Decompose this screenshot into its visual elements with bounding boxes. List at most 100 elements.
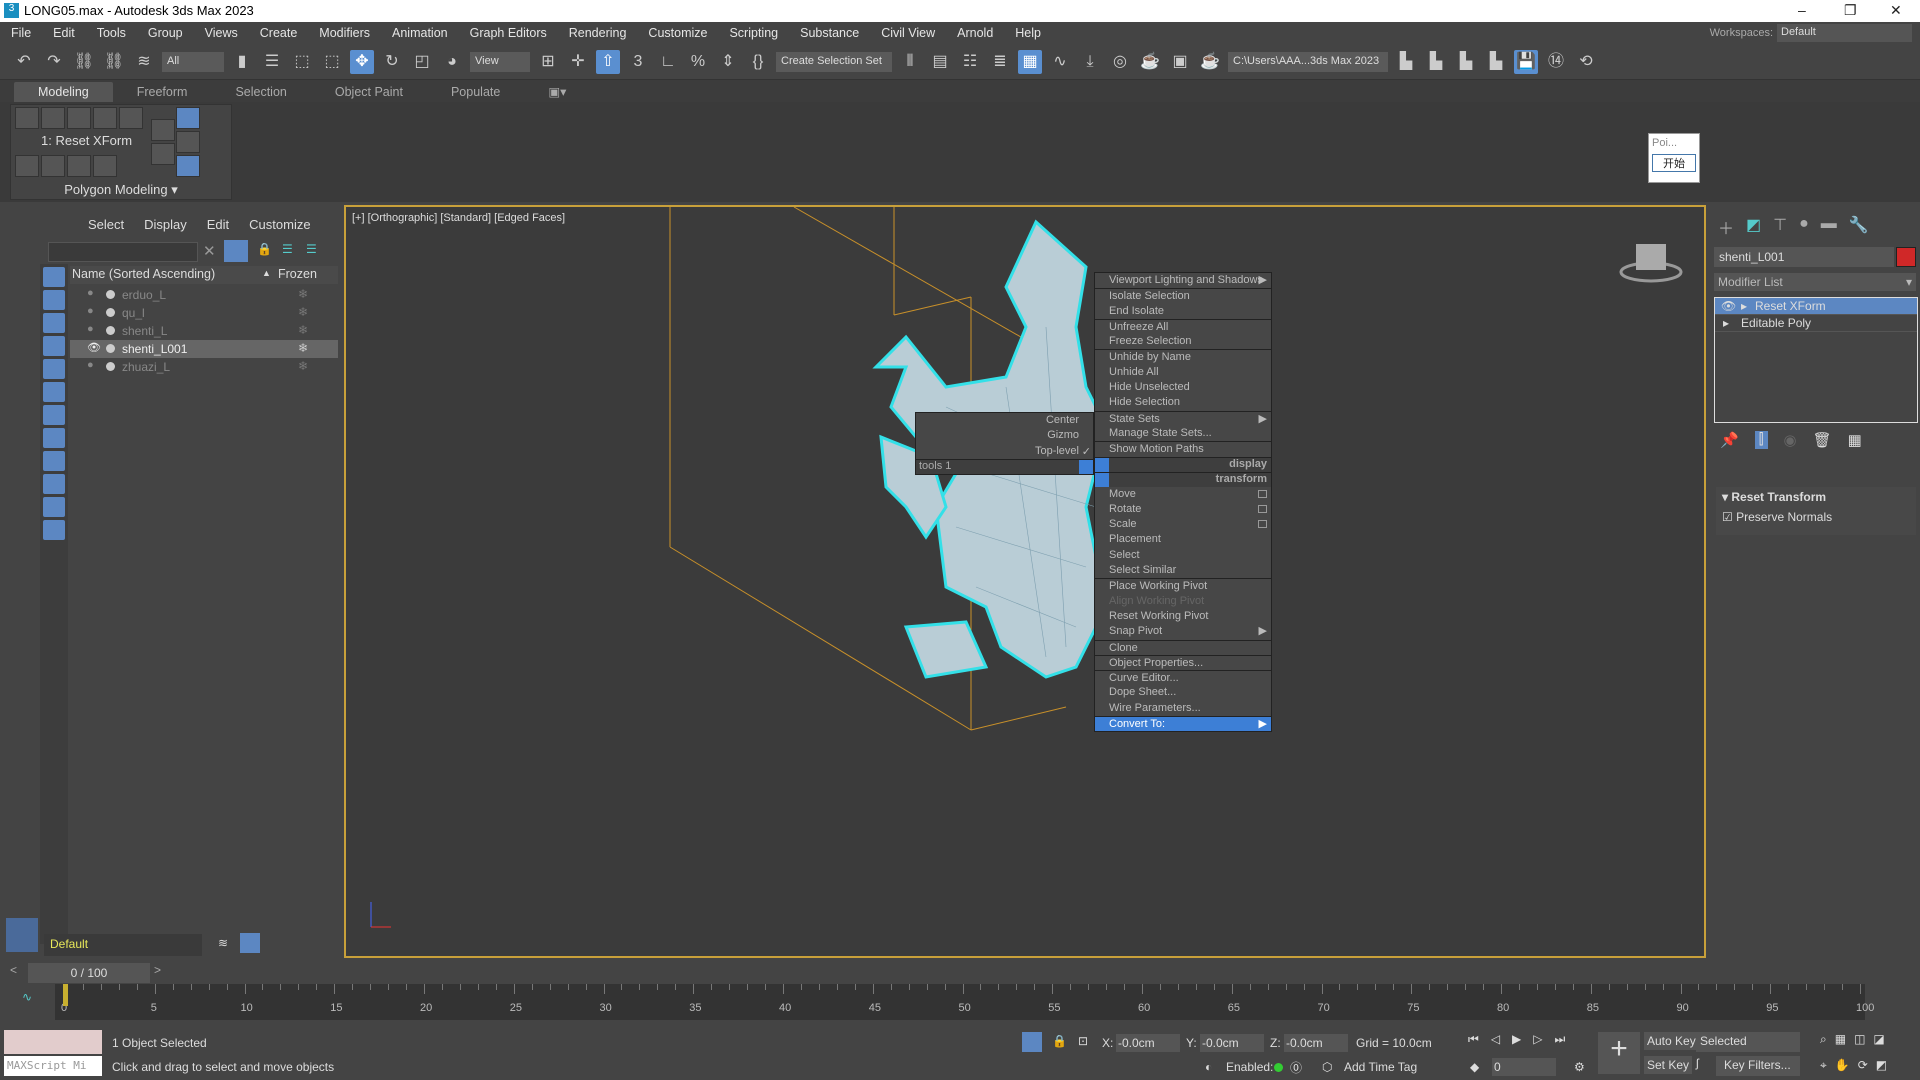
quad-item-curve-editor[interactable]: Curve Editor... (1095, 670, 1271, 685)
material-editor-icon[interactable]: ◎ (1108, 50, 1132, 74)
ribbon-options-icon[interactable]: ▣▾ (524, 81, 590, 102)
scene-explorer-icon[interactable]: ☷ (958, 50, 982, 74)
x-coordinate-field[interactable]: -0.0cm (1116, 1034, 1180, 1052)
next-frame-button[interactable]: > (154, 963, 161, 977)
quad-item-convert-to[interactable]: Convert To: ▶ (1095, 716, 1271, 732)
options-box-icon[interactable] (1258, 520, 1267, 529)
stack-item-editable-poly[interactable]: ▸ Editable Poly (1715, 315, 1917, 332)
tab-object-paint[interactable]: Object Paint (311, 82, 427, 102)
key-mode-icon[interactable]: ◆ (1470, 1060, 1479, 1074)
explorer-row[interactable]: ● qu_l ❄ (70, 304, 338, 322)
freeze-icon[interactable]: ❄ (298, 287, 308, 301)
add-time-tag-button[interactable]: Add Time Tag (1344, 1060, 1417, 1074)
pivot-center-icon[interactable]: ⊞ (536, 50, 560, 74)
layer-stack-icon[interactable]: ≋ (218, 936, 228, 950)
unlink-icon[interactable]: ⛓ (102, 50, 126, 74)
minimize-button[interactable]: – (1798, 2, 1806, 18)
clear-search-icon[interactable]: ✕ (203, 242, 216, 260)
rectangular-selection-icon[interactable]: ⬚ (290, 50, 314, 74)
orbit-icon[interactable]: ⟳ (1858, 1058, 1868, 1073)
autobackup-icon[interactable]: 💾 (1514, 49, 1538, 74)
explorer-menu-select[interactable]: Select (88, 217, 124, 232)
freeze-icon[interactable]: ❄ (298, 359, 308, 373)
auto-key-button[interactable]: Auto Key (1644, 1032, 1699, 1050)
close-button[interactable]: ✕ (1890, 2, 1902, 19)
modify-tab-icon[interactable]: ◩ (1746, 215, 1761, 239)
edge-mode-icon[interactable] (41, 107, 65, 129)
polygon-mode-icon[interactable] (93, 107, 117, 129)
display-cameras-icon[interactable] (43, 336, 65, 356)
spinner-snap-icon[interactable]: ⇕ (716, 50, 740, 74)
freeze-icon[interactable]: ❄ (298, 305, 308, 319)
freeze-icon[interactable]: ❄ (298, 323, 308, 337)
time-tag-toggle-icon[interactable]: ⓪ (1290, 1059, 1302, 1076)
key-filters-button[interactable]: Key Filters... (1716, 1056, 1800, 1076)
quad-item-unfreeze-all[interactable]: Unfreeze All (1095, 318, 1271, 334)
link-icon[interactable]: ⛓ (72, 50, 96, 74)
explorer-search-input[interactable] (48, 242, 198, 262)
render-dot-icon[interactable] (106, 290, 115, 299)
hierarchy-icon[interactable] (240, 933, 260, 953)
visibility-icon[interactable]: ● (87, 359, 94, 371)
zoom-extents-icon[interactable]: ◫ (1854, 1032, 1865, 1047)
goto-end-icon[interactable]: ⏭ (1555, 1032, 1566, 1047)
version-14-icon[interactable]: ⑭ (1544, 50, 1568, 74)
explorer-toggle-button[interactable] (6, 918, 38, 952)
quad-item-unhide-by-name[interactable]: Unhide by Name (1095, 349, 1271, 364)
visibility-icon[interactable]: ● (87, 287, 94, 299)
display-hidden-icon[interactable] (43, 520, 65, 540)
project-structure-icon[interactable]: ▙ (1454, 50, 1478, 74)
explorer-row[interactable]: ● shenti_L ❄ (70, 322, 338, 340)
named-selection-set-dropdown[interactable]: Create Selection Set (776, 51, 892, 72)
restore-button[interactable]: ❐ (1844, 2, 1857, 19)
workspace-dropdown[interactable]: Default (1777, 24, 1912, 42)
quad-item-state-sets[interactable]: State Sets ▶ (1095, 410, 1271, 426)
create-tab-icon[interactable]: ＋ (1718, 215, 1734, 239)
explorer-row[interactable]: ● erduo_L ❄ (70, 286, 338, 304)
zoom-extents-all-icon[interactable]: ◪ (1873, 1032, 1884, 1047)
history-icon[interactable]: ⟲ (1574, 50, 1598, 74)
menu-rendering[interactable]: Rendering (558, 26, 638, 40)
select-manipulate-icon[interactable]: ✛ (566, 50, 590, 74)
play-icon[interactable]: ▶ (1512, 1032, 1521, 1047)
menu-animation[interactable]: Animation (381, 26, 459, 40)
redo-icon[interactable]: ↷ (42, 50, 66, 74)
quad-item-rotate[interactable]: Rotate (1095, 502, 1271, 517)
quad-item-align-working-pivot[interactable]: Align Working Pivot (1095, 594, 1271, 609)
tab-selection[interactable]: Selection (211, 82, 310, 102)
hierarchy-tab-icon[interactable]: ⊤ (1773, 215, 1787, 239)
align-icon[interactable]: ▤ (928, 50, 952, 74)
display-helpers-icon[interactable] (43, 359, 65, 379)
stack-item-reset-xform[interactable]: 👁 ▸ Reset XForm (1715, 298, 1917, 315)
rollout-header[interactable]: ▾ Reset Transform (1716, 487, 1916, 507)
column-name[interactable]: Name (Sorted Ascending) (70, 266, 217, 284)
quad-item-freeze-selection[interactable]: Freeze Selection (1095, 334, 1271, 349)
quad-item-object-properties[interactable]: Object Properties... (1095, 654, 1271, 670)
keyboard-shortcut-override-icon[interactable]: ⇧ (596, 49, 620, 74)
quad-item-top-level[interactable]: Top-level ✓ (916, 444, 1093, 459)
select-place-icon[interactable]: ◕ (440, 50, 464, 74)
menu-customize[interactable]: Customize (637, 26, 718, 40)
options-box-icon[interactable] (1258, 489, 1267, 498)
display-tab-icon[interactable]: ▬ (1821, 215, 1837, 239)
quad-item-placement[interactable]: Placement (1095, 532, 1271, 547)
quad-item-place-working-pivot[interactable]: Place Working Pivot (1095, 578, 1271, 593)
menu-scripting[interactable]: Scripting (718, 26, 789, 40)
quad-item-wire-parameters[interactable]: Wire Parameters... (1095, 701, 1271, 716)
pan-icon[interactable]: ✋ (1835, 1058, 1850, 1073)
select-move-icon[interactable]: ✥ (350, 49, 374, 74)
maxscript-listener[interactable] (4, 1030, 102, 1054)
render-dot-icon[interactable] (106, 344, 115, 353)
previous-modifier-icon[interactable] (151, 119, 175, 141)
quad-item-viewport-lighting-and-shadows[interactable]: Viewport Lighting and Shadows ▶ (1095, 273, 1271, 288)
time-config-icon[interactable]: ⚙ (1574, 1060, 1585, 1074)
display-groups-icon[interactable] (43, 405, 65, 425)
next-modifier-icon[interactable] (151, 143, 175, 165)
explorer-row[interactable]: ● zhuazi_L ❄ (70, 358, 338, 376)
quad-item-move[interactable]: Move (1095, 487, 1271, 502)
quad-item-scale[interactable]: Scale (1095, 517, 1271, 532)
render-dot-icon[interactable] (106, 308, 115, 317)
curve-editor-toggle-icon[interactable]: ∿ (22, 990, 32, 1004)
show-cage-icon[interactable] (176, 155, 200, 177)
quad-item-isolate-selection[interactable]: Isolate Selection (1095, 288, 1271, 303)
